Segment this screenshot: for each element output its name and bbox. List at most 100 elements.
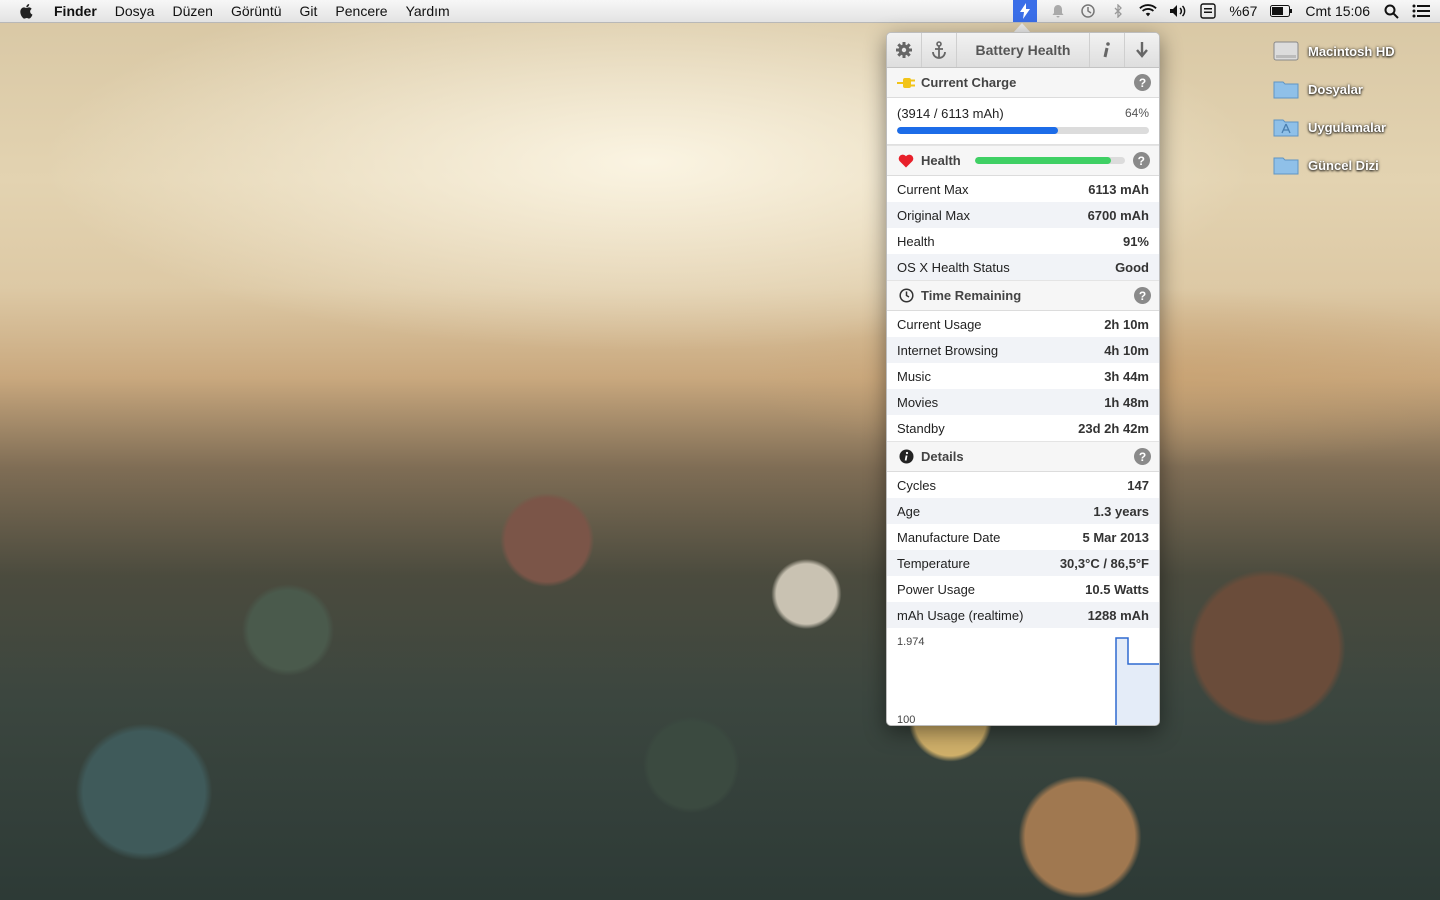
table-row: Age 1.3 years [887, 498, 1159, 524]
health-header: Health ? [887, 145, 1159, 176]
desktop-item-guncel-dizi[interactable]: Güncel Dizi [1272, 146, 1412, 184]
folder-icon [1273, 157, 1299, 175]
row-label: Music [897, 368, 931, 384]
desktop-item-uygulamalar[interactable]: Uygulamalar [1272, 108, 1412, 146]
input-source-icon[interactable] [1199, 2, 1217, 20]
row-value: 3h 44m [1104, 368, 1149, 384]
row-value: 91% [1122, 233, 1149, 249]
row-value: 2h 10m [1104, 316, 1149, 332]
battery-health-popover: Battery Health Current Charge ? (3914 / … [886, 32, 1160, 726]
row-label: Cycles [897, 477, 937, 493]
update-button[interactable] [1124, 33, 1159, 67]
time-machine-icon[interactable] [1079, 2, 1097, 20]
menu-duzen[interactable]: Düzen [172, 3, 212, 19]
gear-icon [896, 42, 912, 58]
desktop-item-macintosh-hd[interactable]: Macintosh HD [1272, 32, 1412, 70]
desktop-item-dosyalar[interactable]: Dosyalar [1272, 70, 1412, 108]
notification-bell-icon[interactable] [1049, 2, 1067, 20]
row-value: 1h 48m [1104, 394, 1149, 410]
row-label: mAh Usage (realtime) [897, 607, 1024, 623]
row-value: 4h 10m [1104, 342, 1149, 358]
table-row: Temperature 30,3°C / 86,5°F [887, 550, 1159, 576]
health-help-button[interactable]: ? [1132, 152, 1150, 169]
details-header: Details ? [887, 441, 1159, 472]
health-bar [974, 157, 1125, 164]
table-row: Movies 1h 48m [887, 389, 1159, 415]
row-label: Internet Browsing [897, 342, 999, 358]
desktop-item-label: Macintosh HD [1308, 43, 1395, 59]
anchor-icon [932, 41, 946, 59]
heart-icon [897, 153, 915, 169]
menu-bar: Finder Dosya Düzen Görüntü Git Pencere Y… [0, 0, 1440, 23]
current-charge-box: (3914 / 6113 mAh) 64% [887, 98, 1159, 145]
popover-toolbar: Battery Health [887, 33, 1159, 68]
table-row: OS X Health Status Good [887, 254, 1159, 280]
menu-goruntu[interactable]: Görüntü [231, 3, 282, 19]
menu-yardim[interactable]: Yardım [406, 3, 450, 19]
current-charge-help-button[interactable]: ? [1134, 74, 1151, 91]
table-row: Cycles 147 [887, 472, 1159, 498]
graph-plot [1115, 637, 1159, 725]
desktop-icons: Macintosh HD Dosyalar Uygulamalar Güncel… [1272, 32, 1412, 184]
info-icon [1103, 42, 1110, 58]
table-row: Music 3h 44m [887, 363, 1159, 389]
table-row: Standby 23d 2h 42m [887, 415, 1159, 441]
folder-icon [1273, 81, 1299, 99]
table-row: Manufacture Date 5 Mar 2013 [887, 524, 1159, 550]
battery-health-status-icon[interactable] [1013, 0, 1038, 22]
download-arrow-icon [1136, 42, 1148, 58]
row-label: Current Usage [897, 316, 982, 332]
charge-bar [897, 127, 1149, 134]
notification-center-icon[interactable] [1412, 2, 1430, 20]
row-value: 23d 2h 42m [1078, 420, 1149, 436]
current-charge-header: Current Charge ? [887, 68, 1159, 98]
time-remaining-help-button[interactable]: ? [1134, 287, 1151, 304]
clock-text[interactable]: Cmt 15:06 [1305, 3, 1370, 19]
wifi-icon[interactable] [1139, 2, 1158, 20]
volume-icon[interactable] [1169, 2, 1187, 20]
row-value: 30,3°C / 86,5°F [1059, 555, 1149, 571]
status-menus: %67 Cmt 15:06 [1013, 0, 1430, 22]
settings-button[interactable] [887, 33, 922, 67]
row-value: 10.5 Watts [1085, 581, 1149, 597]
row-value: 1288 mAh [1087, 607, 1149, 623]
battery-percent-text[interactable]: %67 [1229, 3, 1257, 19]
row-label: Original Max [897, 207, 970, 223]
menu-git[interactable]: Git [300, 3, 318, 19]
row-label: Health [897, 233, 935, 249]
desktop-item-label: Güncel Dizi [1308, 157, 1379, 173]
power-plug-icon [897, 75, 915, 91]
table-row: Current Max 6113 mAh [887, 176, 1159, 202]
charge-detail: (3914 / 6113 mAh) [897, 106, 1004, 121]
graph-line [1116, 638, 1159, 725]
row-value: 1.3 years [1093, 503, 1149, 519]
time-remaining-label: Time Remaining [921, 288, 1022, 303]
info-circle-icon [897, 449, 915, 465]
spotlight-search-icon[interactable] [1382, 2, 1400, 20]
row-value: 6113 mAh [1088, 181, 1149, 197]
menu-finder[interactable]: Finder [54, 3, 97, 19]
current-charge-label: Current Charge [921, 75, 1017, 90]
popover-title: Battery Health [975, 42, 1071, 58]
detach-button[interactable] [922, 33, 957, 67]
table-row: Original Max 6700 mAh [887, 202, 1159, 228]
table-row: Power Usage 10.5 Watts [887, 576, 1159, 602]
details-help-button[interactable]: ? [1134, 448, 1151, 465]
info-button[interactable] [1089, 33, 1124, 67]
row-label: Manufacture Date [897, 529, 1001, 545]
row-value: 5 Mar 2013 [1082, 529, 1150, 545]
applications-folder-icon [1273, 119, 1299, 137]
charge-bar-fill [897, 127, 1059, 134]
battery-icon[interactable] [1269, 2, 1293, 20]
apple-menu-icon[interactable] [18, 2, 36, 20]
charge-percent: 64% [1124, 106, 1149, 120]
details-label: Details [921, 449, 964, 464]
menu-dosya[interactable]: Dosya [115, 3, 155, 19]
time-remaining-header: Time Remaining ? [887, 280, 1159, 311]
desktop-item-label: Uygulamalar [1308, 119, 1387, 135]
row-label: OS X Health Status [897, 259, 1010, 275]
bluetooth-icon[interactable] [1109, 2, 1127, 20]
desktop-item-label: Dosyalar [1308, 81, 1363, 97]
health-bar-fill [974, 157, 1112, 164]
menu-pencere[interactable]: Pencere [335, 3, 387, 19]
